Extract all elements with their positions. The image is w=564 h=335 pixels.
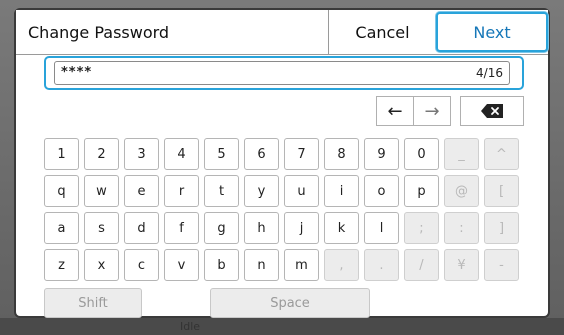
- key-row3-6[interactable]: j: [284, 212, 319, 244]
- key-row4-7[interactable]: ,: [324, 249, 359, 281]
- password-input[interactable]: **** 4/16: [54, 61, 510, 85]
- key-row1-8[interactable]: 9: [364, 138, 399, 170]
- key-row3-4[interactable]: g: [204, 212, 239, 244]
- key-row4-10[interactable]: ¥: [444, 249, 479, 281]
- key-row4-9[interactable]: /: [404, 249, 439, 281]
- key-row4-0[interactable]: z: [44, 249, 79, 281]
- key-row4-2[interactable]: c: [124, 249, 159, 281]
- space-key[interactable]: Space: [210, 288, 370, 318]
- key-row3-9[interactable]: ;: [404, 212, 439, 244]
- cursor-right-button[interactable]: →: [413, 96, 451, 126]
- key-row4-5[interactable]: n: [244, 249, 279, 281]
- key-row3-0[interactable]: a: [44, 212, 79, 244]
- dialog-title: Change Password: [28, 23, 170, 42]
- key-row2-8[interactable]: o: [364, 175, 399, 207]
- key-row3-2[interactable]: d: [124, 212, 159, 244]
- key-row2-11[interactable]: [: [484, 175, 519, 207]
- key-row1-1[interactable]: 2: [84, 138, 119, 170]
- key-row3-5[interactable]: h: [244, 212, 279, 244]
- dialog-header: Change Password Cancel Next: [16, 10, 548, 55]
- key-row2-1[interactable]: w: [84, 175, 119, 207]
- arrow-right-icon: →: [424, 100, 440, 122]
- key-row1-0[interactable]: 1: [44, 138, 79, 170]
- key-row3-1[interactable]: s: [84, 212, 119, 244]
- key-row4-6[interactable]: m: [284, 249, 319, 281]
- key-row1-6[interactable]: 7: [284, 138, 319, 170]
- key-row3-7[interactable]: k: [324, 212, 359, 244]
- key-row1-10[interactable]: _: [444, 138, 479, 170]
- character-count: 4/16: [476, 66, 503, 80]
- key-row1-7[interactable]: 8: [324, 138, 359, 170]
- key-row1-4[interactable]: 5: [204, 138, 239, 170]
- backspace-button[interactable]: [460, 96, 524, 126]
- key-row4-4[interactable]: b: [204, 249, 239, 281]
- key-row3-10[interactable]: :: [444, 212, 479, 244]
- background-status-bar: Idle: [0, 318, 564, 335]
- key-row4-8[interactable]: .: [364, 249, 399, 281]
- key-row2-2[interactable]: e: [124, 175, 159, 207]
- cursor-left-button[interactable]: ←: [376, 96, 414, 126]
- key-row2-9[interactable]: p: [404, 175, 439, 207]
- key-row2-10[interactable]: @: [444, 175, 479, 207]
- key-row2-5[interactable]: y: [244, 175, 279, 207]
- key-row1-9[interactable]: 0: [404, 138, 439, 170]
- key-row2-7[interactable]: i: [324, 175, 359, 207]
- shift-key[interactable]: Shift: [44, 288, 142, 318]
- key-row2-0[interactable]: q: [44, 175, 79, 207]
- key-row1-2[interactable]: 3: [124, 138, 159, 170]
- key-row4-3[interactable]: v: [164, 249, 199, 281]
- key-row4-1[interactable]: x: [84, 249, 119, 281]
- next-button[interactable]: Next: [436, 12, 548, 52]
- change-password-dialog: Change Password Cancel Next **** 4/16 ← …: [14, 8, 550, 318]
- key-row4-11[interactable]: -: [484, 249, 519, 281]
- key-row3-11[interactable]: ]: [484, 212, 519, 244]
- key-row3-3[interactable]: f: [164, 212, 199, 244]
- key-row2-4[interactable]: t: [204, 175, 239, 207]
- key-row1-3[interactable]: 4: [164, 138, 199, 170]
- key-row1-11[interactable]: ^: [484, 138, 519, 170]
- password-masked-value: ****: [61, 65, 93, 80]
- key-row2-6[interactable]: u: [284, 175, 319, 207]
- backspace-icon: [481, 104, 503, 118]
- key-row3-8[interactable]: l: [364, 212, 399, 244]
- cancel-button[interactable]: Cancel: [328, 10, 436, 54]
- key-row1-5[interactable]: 6: [244, 138, 279, 170]
- arrow-left-icon: ←: [387, 100, 403, 122]
- background-status-text: Idle: [180, 320, 201, 333]
- password-field-frame: **** 4/16: [44, 56, 524, 90]
- key-row2-3[interactable]: r: [164, 175, 199, 207]
